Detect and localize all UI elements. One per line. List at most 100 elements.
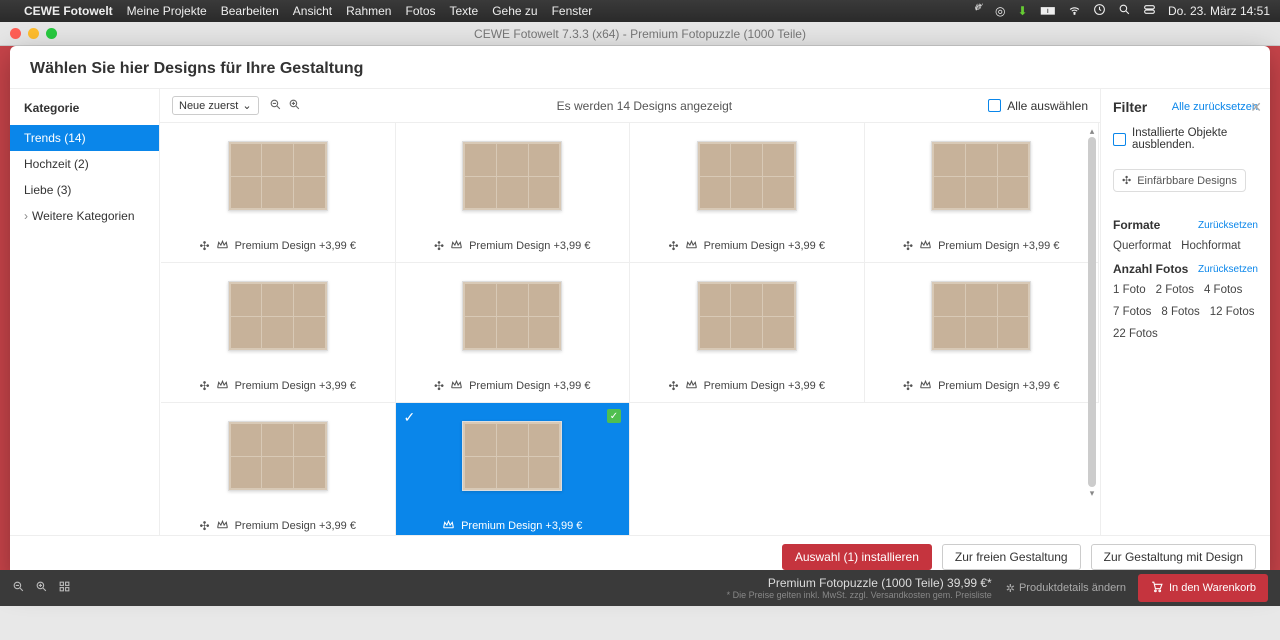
design-tile[interactable]: ✣Premium Design +3,99 € bbox=[161, 123, 396, 263]
grid-toolbar: Neue zuerst ⌄ Es werden 14 Designs angez… bbox=[160, 89, 1100, 123]
sort-label: Neue zuerst bbox=[179, 100, 238, 112]
status-icon-2[interactable]: ◎ bbox=[995, 4, 1005, 18]
tile-footer: ✣Premium Design +3,99 € bbox=[669, 238, 825, 254]
grid-scrollbar[interactable]: ▴ ▾ bbox=[1086, 125, 1098, 533]
menu-edit[interactable]: Bearbeiten bbox=[221, 4, 279, 18]
crown-icon bbox=[216, 518, 229, 534]
scroll-up-icon[interactable]: ▴ bbox=[1086, 125, 1098, 137]
menu-view[interactable]: Ansicht bbox=[293, 4, 332, 18]
photos-12[interactable]: 12 Fotos bbox=[1210, 306, 1255, 318]
design-tile[interactable]: ✣Premium Design +3,99 € bbox=[630, 263, 865, 403]
grid-icon[interactable] bbox=[58, 580, 71, 596]
tile-price-label: Premium Design +3,99 € bbox=[235, 380, 356, 392]
sidebar-item-hochzeit[interactable]: Hochzeit (2) bbox=[10, 151, 159, 177]
select-all-checkbox[interactable] bbox=[988, 99, 1001, 112]
menu-projects[interactable]: Meine Projekte bbox=[127, 4, 207, 18]
sidebar-item-trends[interactable]: Trends (14) bbox=[10, 125, 159, 151]
battery-icon[interactable]: 🀰 bbox=[1040, 4, 1056, 18]
hide-installed-checkbox[interactable] bbox=[1113, 133, 1126, 146]
wifi-icon[interactable] bbox=[1068, 3, 1081, 19]
close-icon[interactable]: ✕ bbox=[1250, 99, 1262, 116]
zoom-in-icon[interactable] bbox=[35, 580, 48, 596]
select-all[interactable]: Alle auswählen bbox=[988, 99, 1088, 113]
formats-reset-link[interactable]: Zurücksetzen bbox=[1198, 220, 1258, 231]
design-tile[interactable]: ✣ Premium Design +3,99 € bbox=[161, 263, 396, 403]
add-to-cart-button[interactable]: In den Warenkorb bbox=[1138, 574, 1268, 602]
design-tile[interactable]: ✣Premium Design +3,99 € bbox=[865, 263, 1100, 403]
zoom-out-icon[interactable] bbox=[269, 98, 282, 114]
tile-footer: ✣Premium Design +3,99 € bbox=[903, 238, 1059, 254]
app-name[interactable]: CEWE Fotowelt bbox=[24, 4, 113, 18]
hide-installed-row[interactable]: Installierte Objekte ausblenden. bbox=[1113, 127, 1258, 151]
zoom-in-icon[interactable] bbox=[288, 98, 301, 114]
design-tile[interactable]: ✣Premium Design +3,99 € bbox=[396, 123, 631, 263]
crown-icon bbox=[450, 378, 463, 394]
tile-price-label: Premium Design +3,99 € bbox=[235, 240, 356, 252]
menu-goto[interactable]: Gehe zu bbox=[492, 4, 537, 18]
tile-price-label: Premium Design +3,99 € bbox=[938, 240, 1059, 252]
mac-menubar: CEWE Fotowelt Meine Projekte Bearbeiten … bbox=[0, 0, 1280, 22]
scrollbar-thumb[interactable] bbox=[1088, 137, 1096, 487]
design-tile[interactable]: ✣Premium Design +3,99 € bbox=[865, 123, 1100, 263]
price-label: Premium Fotopuzzle (1000 Teile) 39,99 €* bbox=[727, 576, 992, 590]
search-icon[interactable] bbox=[1118, 3, 1131, 19]
design-tile[interactable]: ✣Premium Design +3,99 € bbox=[396, 263, 631, 403]
design-tile[interactable]: ✓✓Premium Design +3,99 € bbox=[396, 403, 631, 535]
install-selection-button[interactable]: Auswahl (1) installieren bbox=[782, 544, 932, 570]
with-design-button[interactable]: Zur Gestaltung mit Design bbox=[1091, 544, 1256, 570]
palette-icon: ✣ bbox=[1122, 174, 1131, 187]
photos-22[interactable]: 22 Fotos bbox=[1113, 328, 1158, 340]
control-center-icon[interactable] bbox=[1143, 3, 1156, 19]
format-hochformat[interactable]: Hochformat bbox=[1181, 240, 1240, 252]
photos-2[interactable]: 2 Fotos bbox=[1156, 284, 1194, 296]
formats-heading: Formate Zurücksetzen bbox=[1113, 218, 1258, 232]
colorable-label: Einfärbbare Designs bbox=[1137, 175, 1237, 187]
design-tile[interactable]: ✣Premium Design +3,99 € bbox=[161, 403, 396, 535]
menu-texts[interactable]: Texte bbox=[450, 4, 479, 18]
gear-icon: ✲ bbox=[1006, 582, 1015, 595]
download-icon[interactable]: ⬇ bbox=[1018, 4, 1028, 18]
crown-icon bbox=[685, 238, 698, 254]
select-all-label: Alle auswählen bbox=[1007, 99, 1088, 113]
free-design-button[interactable]: Zur freien Gestaltung bbox=[942, 544, 1081, 570]
installed-badge-icon: ✓ bbox=[607, 409, 621, 423]
photos-reset-link[interactable]: Zurücksetzen bbox=[1198, 264, 1258, 275]
photos-8[interactable]: 8 Fotos bbox=[1161, 306, 1199, 318]
maximize-window-button[interactable] bbox=[46, 28, 57, 39]
design-thumbnail bbox=[931, 281, 1031, 351]
sidebar-item-liebe[interactable]: Liebe (3) bbox=[10, 177, 159, 203]
photos-7[interactable]: 7 Fotos bbox=[1113, 306, 1151, 318]
menu-photos[interactable]: Fotos bbox=[405, 4, 435, 18]
reset-all-link[interactable]: Alle zurücksetzen bbox=[1172, 101, 1258, 113]
close-window-button[interactable] bbox=[10, 28, 21, 39]
photos-1[interactable]: 1 Foto bbox=[1113, 284, 1146, 296]
cart-icon bbox=[1150, 580, 1163, 596]
palette-icon: ✣ bbox=[434, 379, 444, 393]
sidebar-item-more[interactable]: Weitere Kategorien bbox=[10, 203, 159, 229]
zoom-out-icon[interactable] bbox=[12, 580, 25, 596]
tile-footer: ✣ Premium Design +3,99 € bbox=[200, 378, 356, 394]
minimize-window-button[interactable] bbox=[28, 28, 39, 39]
menu-frames[interactable]: Rahmen bbox=[346, 4, 391, 18]
colorable-designs-pill[interactable]: ✣ Einfärbbare Designs bbox=[1113, 169, 1246, 192]
scroll-down-icon[interactable]: ▾ bbox=[1086, 487, 1098, 499]
palette-icon: ✣ bbox=[200, 379, 210, 393]
datetime[interactable]: Do. 23. März 14:51 bbox=[1168, 4, 1270, 18]
filter-panel: ✕ Filter Alle zurücksetzen Installierte … bbox=[1100, 89, 1270, 535]
design-thumbnail bbox=[931, 141, 1031, 211]
clock-icon[interactable] bbox=[1093, 3, 1106, 19]
palette-icon: ✣ bbox=[669, 379, 679, 393]
menu-window[interactable]: Fenster bbox=[552, 4, 593, 18]
design-thumbnail bbox=[462, 281, 562, 351]
selected-check-icon: ✓ bbox=[404, 409, 416, 426]
tile-footer: ✣Premium Design +3,99 € bbox=[669, 378, 825, 394]
photos-4[interactable]: 4 Fotos bbox=[1204, 284, 1242, 296]
sort-dropdown[interactable]: Neue zuerst ⌄ bbox=[172, 96, 259, 115]
format-querformat[interactable]: Querformat bbox=[1113, 240, 1171, 252]
tile-price-label: Premium Design +3,99 € bbox=[235, 520, 356, 532]
modal-body: Kategorie Trends (14) Hochzeit (2) Liebe… bbox=[10, 88, 1270, 535]
tile-footer: ✣Premium Design +3,99 € bbox=[434, 378, 590, 394]
crown-icon bbox=[450, 238, 463, 254]
design-tile[interactable]: ✣Premium Design +3,99 € bbox=[630, 123, 865, 263]
product-details-button[interactable]: ✲ Produktdetails ändern bbox=[1006, 582, 1126, 595]
